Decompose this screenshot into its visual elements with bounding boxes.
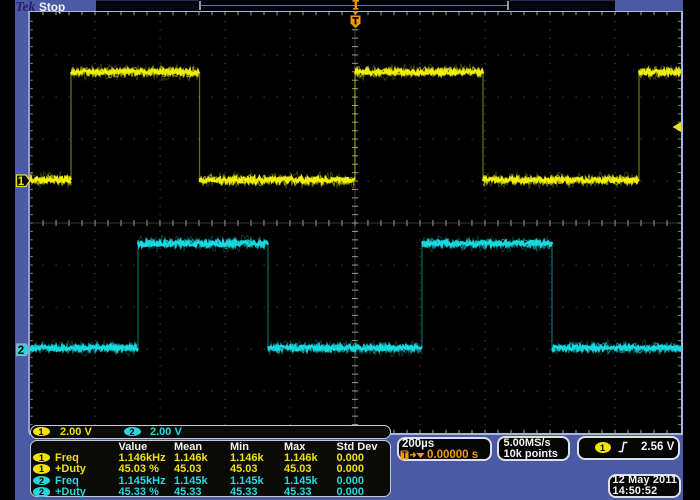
svg-text:1: 1 — [18, 176, 25, 188]
svg-text:2: 2 — [18, 345, 24, 357]
svg-text:T: T — [401, 450, 407, 460]
